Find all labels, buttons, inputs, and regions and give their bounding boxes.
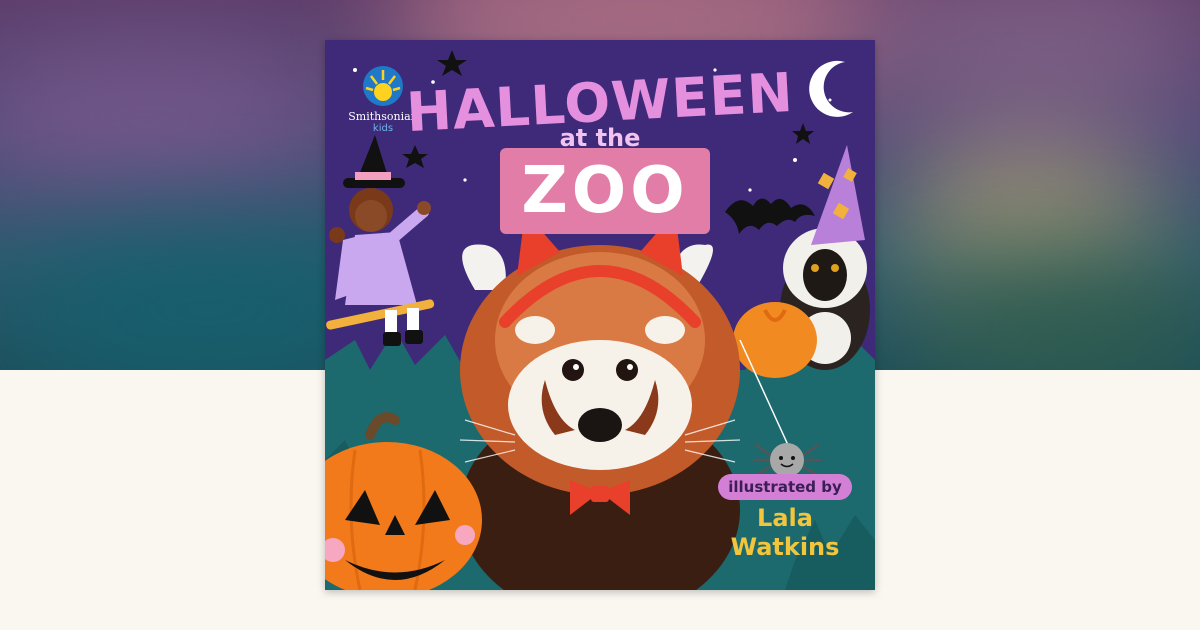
book-cover-image: Smithsonian kids HALLOWEEN at the ZOO il…: [325, 40, 875, 590]
illustrator-first-name: Lala: [757, 504, 813, 532]
illustrator-label: illustrated by: [718, 474, 852, 500]
illustrator-last-name: Watkins: [730, 533, 840, 561]
title-zoo-box: ZOO: [500, 148, 710, 234]
red-panda-photo: [459, 212, 741, 590]
title-zoo: ZOO: [521, 154, 689, 228]
illustrator-name: Lala Watkins: [710, 504, 860, 562]
small-pumpkin: [733, 302, 817, 378]
